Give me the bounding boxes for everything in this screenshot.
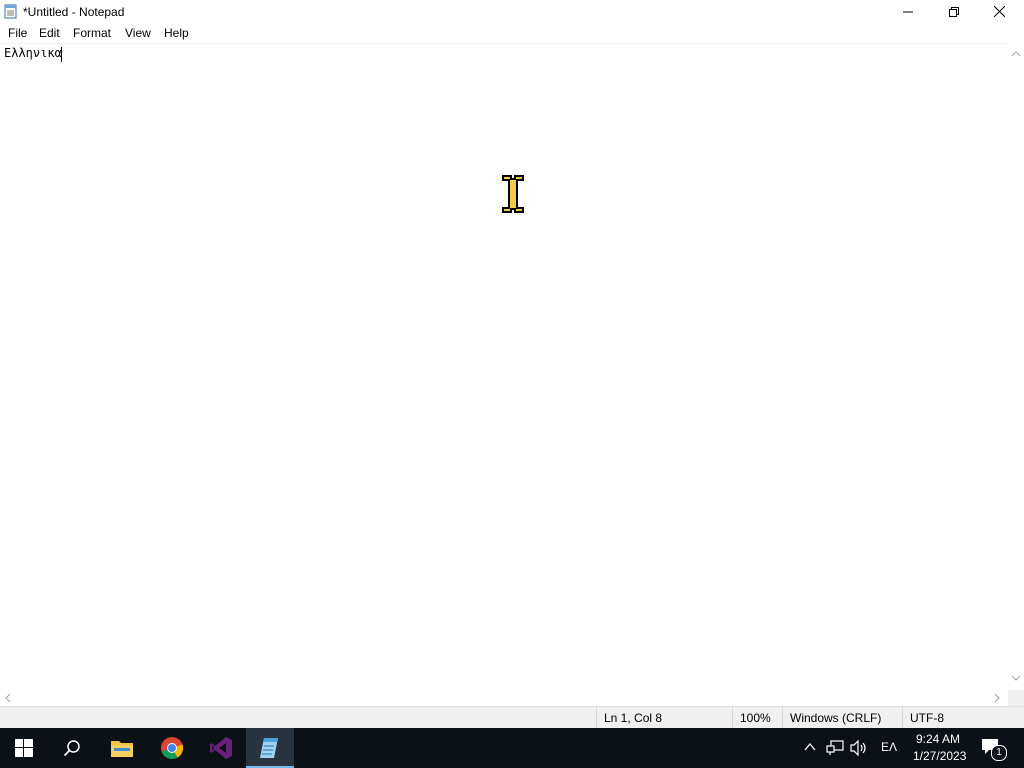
volume-icon[interactable] — [850, 740, 868, 756]
scroll-right-icon[interactable] — [994, 694, 1000, 702]
vertical-scrollbar[interactable] — [1008, 43, 1024, 690]
mouse-ibeam-cursor — [502, 175, 524, 213]
scroll-down-icon[interactable] — [1012, 675, 1020, 681]
menu-edit[interactable]: Edit — [39, 26, 60, 40]
taskbar-chrome[interactable] — [148, 728, 196, 768]
text-editor[interactable]: Ελληνικα — [0, 43, 1008, 691]
scroll-left-icon[interactable] — [5, 694, 11, 702]
chrome-icon — [161, 737, 184, 759]
taskbar-file-explorer[interactable] — [98, 728, 146, 768]
notepad-icon — [260, 738, 278, 758]
menu-bar: File Edit Format View Help — [0, 23, 1024, 43]
clock-time[interactable]: 9:24 AM — [916, 732, 960, 746]
status-position: Ln 1, Col 8 — [596, 707, 732, 729]
input-language-indicator[interactable]: ΕΛ — [881, 740, 897, 754]
status-encoding: UTF-8 — [902, 707, 1024, 729]
taskbar-notepad[interactable] — [246, 728, 294, 768]
scroll-corner — [1008, 690, 1024, 706]
menu-format[interactable]: Format — [73, 26, 111, 40]
status-line-ending: Windows (CRLF) — [782, 707, 902, 729]
clock-date[interactable]: 1/27/2023 — [913, 749, 966, 763]
editor-content: Ελληνικα — [4, 46, 62, 60]
start-button[interactable] — [0, 728, 48, 768]
restore-icon — [949, 6, 959, 17]
close-button[interactable] — [976, 0, 1022, 23]
status-bar: Ln 1, Col 8 100% Windows (CRLF) UTF-8 — [0, 706, 1024, 729]
window-title: *Untitled - Notepad — [23, 5, 125, 19]
horizontal-scrollbar[interactable] — [0, 690, 1008, 706]
network-icon[interactable] — [826, 740, 844, 756]
menu-view[interactable]: View — [125, 26, 151, 40]
menu-file[interactable]: File — [8, 26, 27, 40]
text-caret — [61, 47, 62, 62]
restore-button[interactable] — [931, 0, 977, 23]
action-center-button[interactable]: 1 — [981, 738, 1007, 761]
start-icon — [15, 739, 33, 757]
search-button[interactable] — [48, 728, 96, 768]
menu-help[interactable]: Help — [164, 26, 189, 40]
notepad-app-icon — [4, 4, 17, 19]
title-bar[interactable]: *Untitled - Notepad — [0, 0, 1024, 23]
show-hidden-icons-icon[interactable] — [804, 742, 816, 752]
notification-count-badge: 1 — [991, 745, 1007, 761]
visual-studio-icon — [210, 737, 232, 759]
minimize-icon — [903, 11, 913, 12]
taskbar-visual-studio[interactable] — [197, 728, 245, 768]
minimize-button[interactable] — [885, 0, 931, 23]
search-icon — [63, 740, 80, 757]
taskbar: ΕΛ 9:24 AM 1/27/2023 1 — [0, 728, 1024, 768]
scroll-up-icon[interactable] — [1012, 51, 1020, 57]
status-zoom: 100% — [732, 707, 782, 729]
close-icon — [993, 6, 1005, 17]
file-explorer-icon — [111, 741, 133, 757]
